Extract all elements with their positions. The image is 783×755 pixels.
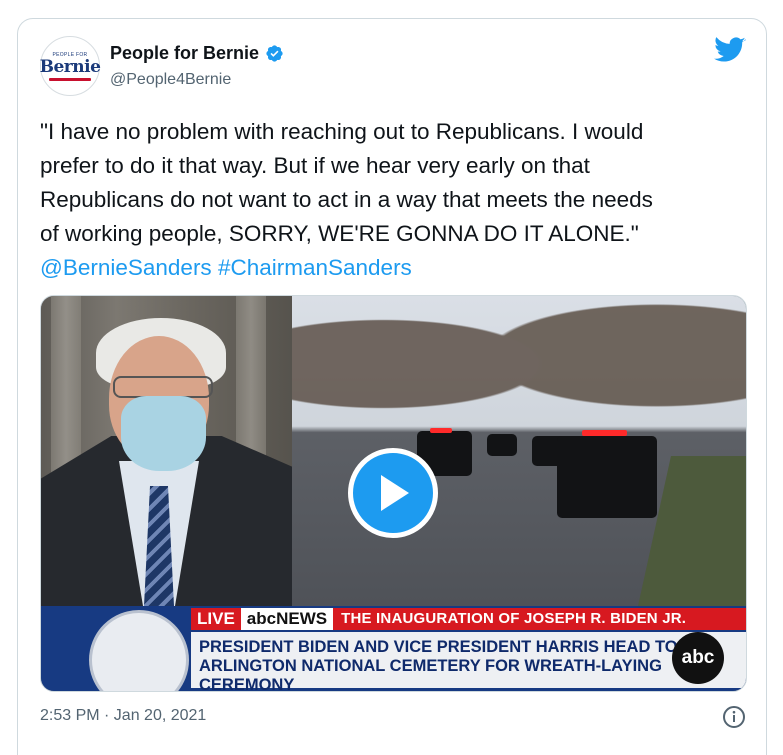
background-trees	[292, 296, 746, 466]
mention-link[interactable]: @BernieSanders	[40, 255, 212, 280]
live-bar: LIVE abcNEWS THE INAUGURATION OF JOSEPH …	[191, 608, 746, 630]
motorcade-car	[487, 434, 517, 456]
author-name-row[interactable]: People for Bernie	[110, 43, 284, 64]
verified-badge-icon	[266, 45, 283, 62]
twitter-bird-icon[interactable]	[714, 37, 746, 64]
abc-logo: abc	[672, 632, 724, 684]
presidential-seal	[89, 610, 189, 691]
tweet-text-line: of working people, SORRY, WE'RE GONNA DO…	[40, 221, 639, 246]
network-label: abcNEWS	[246, 609, 328, 628]
inauguration-banner: THE INAUGURATION OF JOSEPH R. BIDEN JR.	[333, 608, 746, 630]
live-label: LIVE	[191, 608, 241, 630]
info-icon[interactable]	[722, 705, 746, 729]
speaker-mask	[121, 396, 206, 471]
tweet-links: @BernieSanders #ChairmanSanders	[40, 251, 752, 285]
video-player[interactable]: LIVE abcNEWS THE INAUGURATION OF JOSEPH …	[40, 295, 747, 692]
police-light	[582, 430, 627, 436]
tweet-timestamp[interactable]: 2:53 PM · Jan 20, 2021	[40, 707, 206, 725]
author-name[interactable]: People for Bernie	[110, 43, 259, 64]
avatar-stripe	[49, 77, 91, 81]
tweet-text: "I have no problem with reaching out to …	[40, 115, 752, 285]
motorcade-suv	[557, 436, 657, 518]
video-frame-right	[292, 296, 746, 606]
author-handle[interactable]: @People4Bernie	[110, 71, 231, 89]
headline-line: PRESIDENT BIDEN AND VICE PRESIDENT HARRI…	[199, 638, 678, 656]
broadcast-lower-third: LIVE abcNEWS THE INAUGURATION OF JOSEPH …	[41, 606, 746, 691]
avatar-logo-text: Bernie	[39, 56, 101, 77]
play-button[interactable]	[348, 448, 438, 538]
video-frame-left	[41, 296, 292, 606]
tweet-text-line: prefer to do it that way. But if we hear…	[40, 153, 590, 178]
police-light	[430, 428, 452, 433]
speaker-glasses	[113, 376, 213, 398]
tweet-card[interactable]: PEOPLE FOR Bernie People for Bernie @Peo…	[17, 18, 767, 755]
tweet-text-line: Republicans do not want to act in a way …	[40, 187, 653, 212]
play-icon	[381, 475, 409, 511]
avatar[interactable]: PEOPLE FOR Bernie	[39, 36, 101, 96]
hashtag-link[interactable]: #ChairmanSanders	[218, 255, 412, 280]
broadcast-headline: PRESIDENT BIDEN AND VICE PRESIDENT HARRI…	[191, 632, 746, 691]
headline-line: ARLINGTON NATIONAL CEMETERY FOR WREATH-L…	[199, 657, 662, 692]
tweet-text-line: "I have no problem with reaching out to …	[40, 119, 644, 144]
